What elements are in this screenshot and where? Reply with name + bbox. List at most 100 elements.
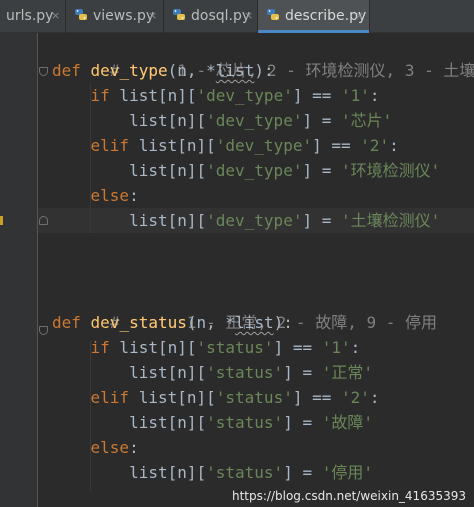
function-name: dev_status — [90, 313, 187, 332]
string: '停用' — [321, 463, 373, 482]
string: 'status' — [196, 338, 274, 357]
expr: list[n][ — [129, 211, 207, 230]
string: 'dev_type' — [206, 111, 303, 130]
colon: : — [350, 338, 361, 357]
code-line-comment: # status1 - 正常, 2 - 故障, 9 - 停用 — [52, 285, 437, 332]
close-icon[interactable]: × — [148, 9, 157, 23]
string: 'dev_type' — [206, 211, 303, 230]
watermark-url: https://blog.csdn.net/weixin_41635393 — [231, 489, 466, 503]
python-file-icon — [267, 9, 279, 20]
close-icon[interactable]: × — [244, 9, 253, 23]
tab-views-py[interactable]: views.py × — [66, 0, 164, 33]
params: (n, * — [167, 61, 216, 80]
expr: list[n][ — [129, 111, 207, 130]
code-line-assign: list[n]['dev_type'] = '芯片' — [52, 108, 392, 133]
param-shadowing-warning: list — [215, 61, 255, 80]
fold-icon[interactable] — [39, 326, 48, 335]
tab-dosql-py[interactable]: dosql.py × — [164, 0, 258, 33]
code-line-assign: list[n]['dev_type'] = '土壤检测仪' — [52, 208, 440, 233]
code-editor[interactable]: # type 1 - 芯片, 2 - 环境检测仪, 3 - 土壤检测仪 def … — [0, 33, 474, 507]
param-shadowing-warning: list — [235, 313, 274, 332]
string: 'status' — [206, 413, 284, 432]
close-icon[interactable]: × — [355, 9, 364, 23]
expr: list[n][ — [129, 413, 207, 432]
operator: ] == — [292, 86, 341, 105]
expr: list[n][ — [129, 363, 207, 382]
colon: : — [129, 438, 139, 457]
colon: : — [389, 136, 399, 155]
tab-urls-py[interactable]: urls.py × — [0, 0, 66, 33]
string: '1' — [341, 86, 370, 105]
string: 'status' — [206, 363, 284, 382]
string: 'status' — [215, 388, 293, 407]
code-line-if: if list[n]['status'] == '1': — [52, 335, 361, 360]
string: '环境检测仪' — [340, 161, 441, 180]
keyword: if — [90, 86, 110, 105]
python-file-icon — [173, 9, 185, 20]
fold-icon[interactable] — [39, 67, 48, 76]
tab-label: urls.py — [6, 8, 54, 24]
code-line-elif: elif list[n]['status'] == '2': — [52, 385, 380, 410]
operator: ] = — [283, 363, 322, 382]
string: '1' — [321, 338, 351, 357]
keyword: else — [90, 438, 130, 457]
keyword: def — [52, 313, 81, 332]
code-line-comment: # type 1 - 芯片, 2 - 环境检测仪, 3 - 土壤检测仪 — [52, 33, 474, 80]
operator: ] == — [312, 136, 361, 155]
operator: ] = — [302, 111, 341, 130]
string: 'dev_type' — [206, 161, 303, 180]
function-name: dev_type — [90, 61, 168, 80]
params-close: ): — [254, 61, 274, 80]
colon: : — [369, 388, 380, 407]
expr: list[n][ — [129, 136, 216, 155]
keyword: elif — [90, 136, 130, 155]
tab-label: views.py — [93, 8, 155, 24]
code-line-assign: list[n]['status'] = '停用' — [52, 460, 373, 485]
code-line-def: def dev_type(n, *list): — [52, 58, 274, 83]
string: '2' — [360, 136, 390, 155]
string: 'status' — [206, 463, 284, 482]
keyword: else — [90, 186, 130, 205]
code-line-assign: list[n]['dev_type'] = '环境检测仪' — [52, 158, 440, 183]
operator: ] == — [292, 388, 341, 407]
params: (n, * — [186, 313, 236, 332]
expr: list[n][ — [109, 338, 197, 357]
params-close: ): — [273, 313, 293, 332]
expr: list[n][ — [129, 161, 207, 180]
string: '故障' — [321, 413, 373, 432]
keyword: def — [52, 61, 81, 80]
code-line-assign: list[n]['status'] = '正常' — [52, 360, 373, 385]
operator: ] = — [302, 161, 341, 180]
close-icon[interactable]: × — [51, 9, 60, 23]
fold-icon[interactable] — [39, 216, 48, 225]
tab-describe-py[interactable]: describe.py × — [258, 0, 370, 33]
string: '2' — [341, 388, 370, 407]
tab-label: dosql.py — [191, 8, 251, 24]
bookmark-marker-icon — [0, 216, 3, 225]
operator: ] = — [302, 211, 341, 230]
pycharm-window: urls.py × views.py × dosql.py × describe… — [0, 0, 474, 507]
code-line-else: else: — [52, 183, 139, 208]
colon: : — [129, 186, 139, 205]
operator: ] == — [273, 338, 322, 357]
code-line-def: def dev_status(n, *list): — [52, 310, 293, 335]
code-line-elif: elif list[n]['dev_type'] == '2': — [52, 133, 399, 158]
string: '土壤检测仪' — [340, 211, 441, 230]
string: '芯片' — [340, 111, 393, 130]
editor-gutter — [0, 33, 38, 507]
keyword: elif — [90, 388, 130, 407]
operator: ] = — [283, 463, 322, 482]
code-line-assign: list[n]['status'] = '故障' — [52, 410, 373, 435]
string: 'dev_type' — [196, 86, 293, 105]
operator: ] = — [283, 413, 322, 432]
string: '正常' — [321, 363, 373, 382]
expr: list[n][ — [129, 463, 207, 482]
colon: : — [369, 86, 380, 105]
python-file-icon — [75, 9, 87, 20]
expr: list[n][ — [129, 388, 216, 407]
code-line-else: else: — [52, 435, 139, 460]
string: 'dev_type' — [215, 136, 313, 155]
expr: list[n][ — [109, 86, 197, 105]
code-line-if: if list[n]['dev_type'] == '1': — [52, 83, 380, 108]
editor-tab-bar: urls.py × views.py × dosql.py × describe… — [0, 0, 474, 33]
